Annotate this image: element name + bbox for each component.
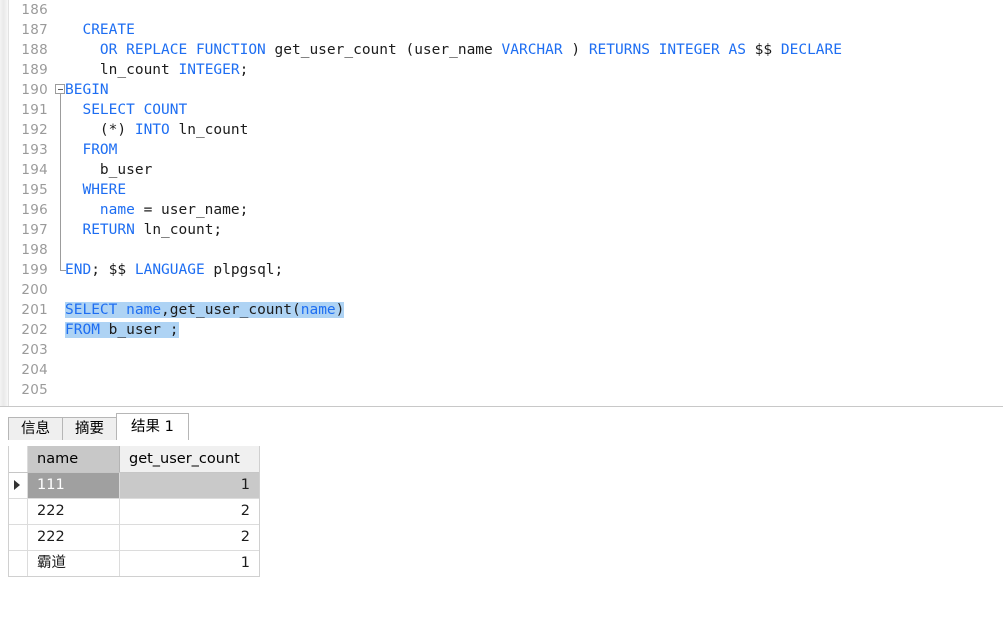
line-number: 190	[21, 82, 48, 98]
result-grid[interactable]: name get_user_count 111 1 222 2 222 2 霸道 1	[8, 446, 260, 577]
cell-name[interactable]: 222	[28, 499, 120, 524]
code-line[interactable]: 193 FROM	[0, 140, 1003, 160]
code-line[interactable]: 188 OR REPLACE FUNCTION get_user_count (…	[0, 40, 1003, 60]
code-line[interactable]: 191 SELECT COUNT	[0, 100, 1003, 120]
code-text: b_user	[65, 162, 153, 178]
fold-gutter-blank	[54, 380, 68, 400]
code-text: SELECT COUNT	[82, 102, 188, 118]
grid-row[interactable]: 111 1	[9, 473, 259, 499]
fold-gutter-blank	[54, 0, 68, 20]
line-number: 192	[21, 122, 48, 138]
code-line[interactable]: 192 (*) INTO ln_count	[0, 120, 1003, 140]
line-number: 197	[21, 222, 48, 238]
tab-bar-underline	[0, 441, 1003, 442]
line-number: 203	[21, 342, 48, 358]
code-line[interactable]: 194 b_user	[0, 160, 1003, 180]
cell-get-user-count[interactable]: 2	[120, 499, 259, 524]
line-number: 194	[21, 162, 48, 178]
result-tab-bar: 信息 摘要 结果 1	[8, 413, 189, 440]
code-line[interactable]: 197 RETURN ln_count;	[0, 220, 1003, 240]
fold-gutter-blank	[54, 360, 68, 380]
code-line[interactable]: 189 ln_count INTEGER;	[0, 60, 1003, 80]
sql-editor-pane[interactable]: 186 187 CREATE 188 OR REPLACE FUNCTION get…	[0, 0, 1003, 406]
line-number: 193	[21, 142, 48, 158]
code-line[interactable]: 201 SELECT name,get_user_count(name)	[0, 300, 1003, 320]
cell-name[interactable]: 111	[28, 473, 120, 498]
cell-get-user-count[interactable]: 1	[120, 473, 259, 498]
row-indicator[interactable]	[9, 499, 28, 524]
line-number: 188	[21, 42, 48, 58]
fold-guide-line	[54, 240, 68, 260]
line-number: 187	[21, 22, 48, 38]
grid-row[interactable]: 霸道 1	[9, 551, 259, 576]
fold-gutter-blank	[54, 280, 68, 300]
result-panel: 信息 摘要 结果 1 name get_user_count 111 1 222 2 222 2 霸…	[0, 410, 1003, 628]
line-number: 204	[21, 362, 48, 378]
code-text: (*) INTO ln_count	[65, 122, 249, 138]
code-line[interactable]: 204	[0, 360, 1003, 380]
line-number: 205	[21, 382, 48, 398]
result-tab-1[interactable]: 摘要	[62, 417, 117, 440]
code-text: WHERE	[82, 182, 127, 198]
grid-corner-cell	[9, 446, 28, 472]
row-indicator[interactable]	[9, 525, 28, 550]
line-number: 202	[21, 322, 48, 338]
code-text: FROM	[82, 142, 118, 158]
line-number: 195	[21, 182, 48, 198]
cell-get-user-count[interactable]: 1	[120, 551, 259, 576]
code-line[interactable]: 186	[0, 0, 1003, 20]
row-indicator-arrow[interactable]	[9, 473, 28, 498]
code-text: END; $$ LANGUAGE plpgsql;	[65, 262, 284, 278]
grid-row[interactable]: 222 2	[9, 499, 259, 525]
code-text: name = user_name;	[99, 202, 249, 218]
code-text: ln_count INTEGER;	[65, 62, 249, 78]
line-number: 200	[21, 282, 48, 298]
row-indicator[interactable]	[9, 551, 28, 576]
result-tab-2[interactable]: 结果 1	[116, 413, 189, 440]
code-line[interactable]: 200	[0, 280, 1003, 300]
line-number: 199	[21, 262, 48, 278]
cell-name[interactable]: 222	[28, 525, 120, 550]
code-line[interactable]: 203	[0, 340, 1003, 360]
cell-get-user-count[interactable]: 2	[120, 525, 259, 550]
result-tab-0[interactable]: 信息	[8, 417, 63, 440]
current-row-arrow-icon	[14, 480, 20, 490]
code-line[interactable]: 190 BEGIN	[0, 80, 1003, 100]
code-line[interactable]: 205	[0, 380, 1003, 400]
line-number: 196	[21, 202, 48, 218]
code-text: RETURN ln_count;	[82, 222, 223, 238]
column-header-name[interactable]: name	[28, 446, 120, 472]
code-lines-container[interactable]: 186 187 CREATE 188 OR REPLACE FUNCTION get…	[0, 0, 1003, 406]
code-text-selected: FROM b_user ;	[65, 322, 179, 338]
grid-row[interactable]: 222 2	[9, 525, 259, 551]
code-line[interactable]: 195 WHERE	[0, 180, 1003, 200]
code-line[interactable]: 199 END; $$ LANGUAGE plpgsql;	[0, 260, 1003, 280]
code-line[interactable]: 198	[0, 240, 1003, 260]
line-number: 186	[21, 2, 48, 18]
code-text: CREATE	[82, 22, 135, 38]
code-line[interactable]: 187 CREATE	[0, 20, 1003, 40]
code-text: BEGIN	[65, 82, 109, 98]
code-text-selected: SELECT name,get_user_count(name)	[65, 302, 345, 318]
line-number: 191	[21, 102, 48, 118]
line-number: 198	[21, 242, 48, 258]
code-line[interactable]: 196 name = user_name;	[0, 200, 1003, 220]
code-text: OR REPLACE FUNCTION get_user_count (user…	[99, 42, 842, 58]
column-header-get-user-count[interactable]: get_user_count	[120, 446, 259, 472]
fold-gutter-blank	[54, 340, 68, 360]
cell-name[interactable]: 霸道	[28, 551, 120, 576]
code-line[interactable]: 202 FROM b_user ;	[0, 320, 1003, 340]
line-number: 201	[21, 302, 48, 318]
grid-header-row: name get_user_count	[9, 446, 259, 473]
line-number: 189	[21, 62, 48, 78]
